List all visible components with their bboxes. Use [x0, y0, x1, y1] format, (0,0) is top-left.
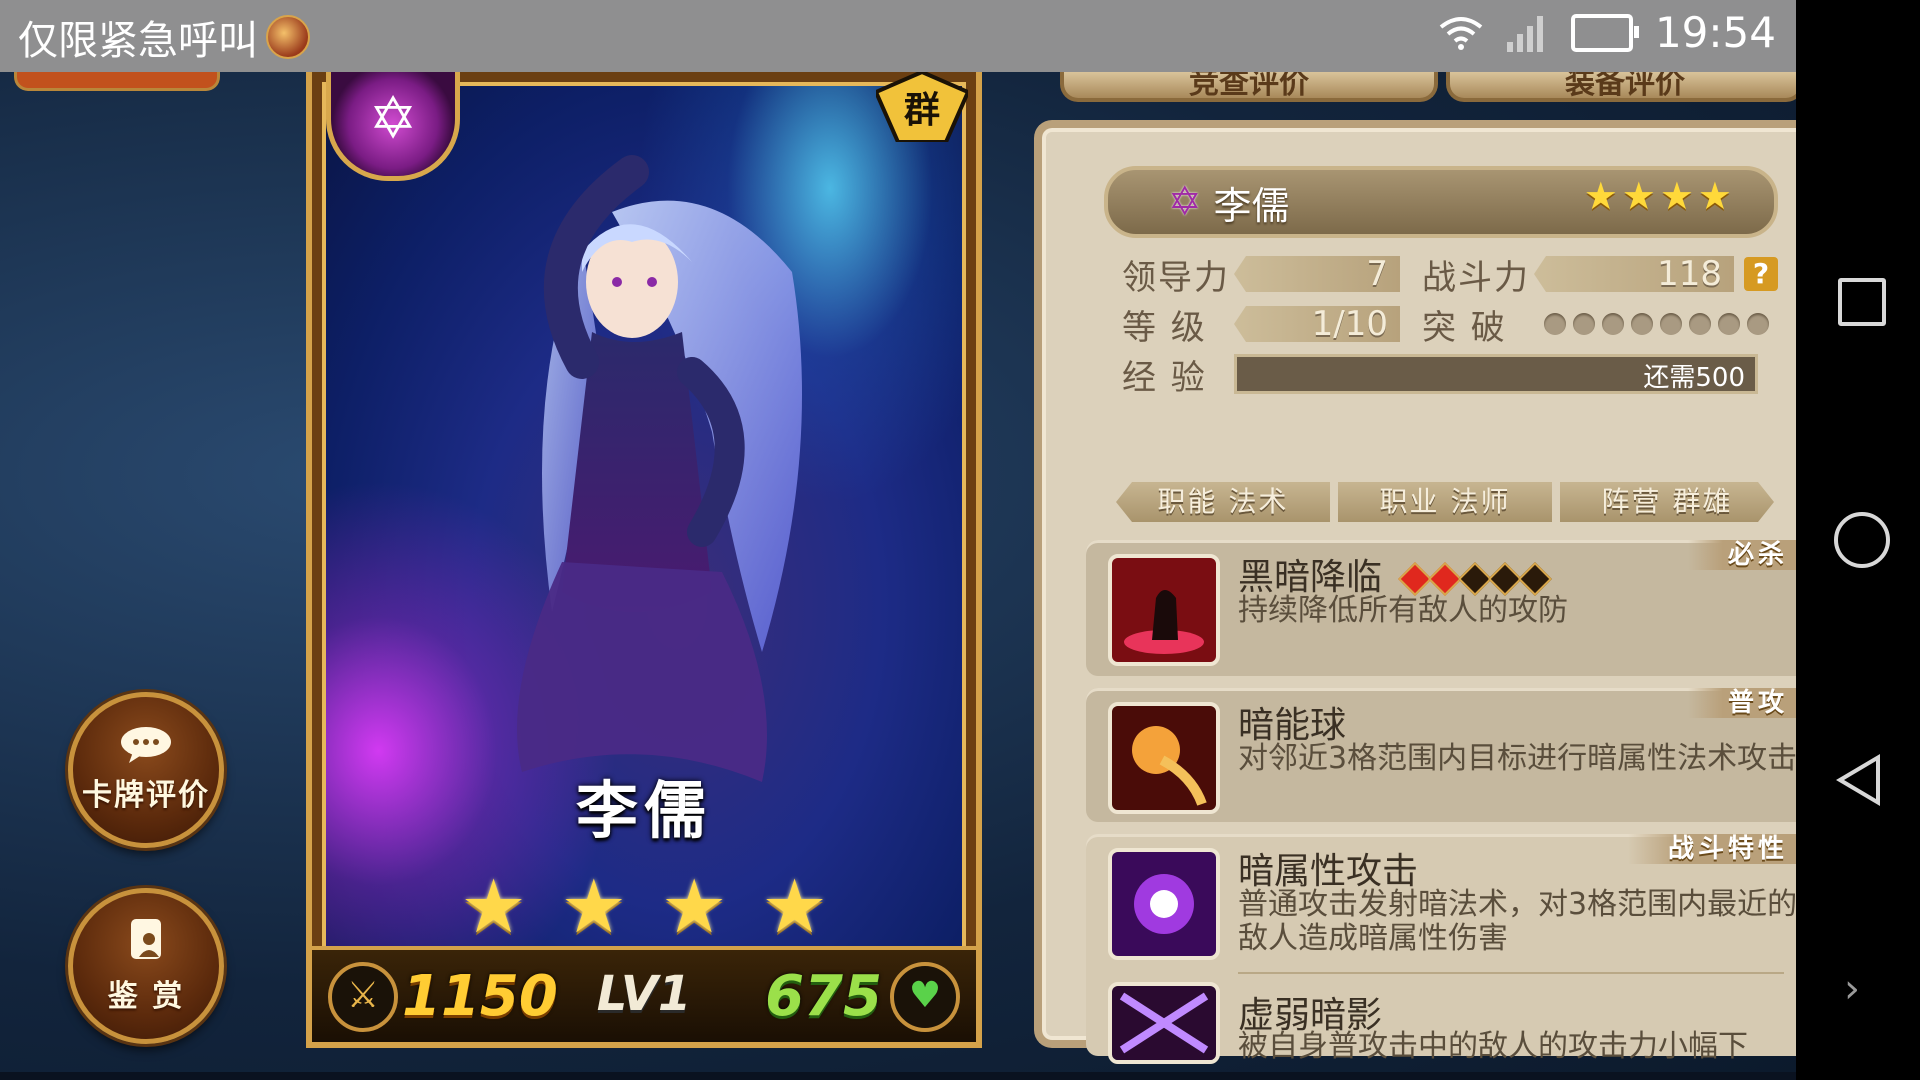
breakthrough-dot — [1602, 313, 1624, 335]
weak-shadow-icon — [1108, 982, 1220, 1064]
status-right: 19:54 — [1439, 8, 1776, 57]
level-value: 1/10 — [1311, 304, 1388, 344]
card-review-label: 卡牌评价 — [82, 778, 210, 813]
skill-ultimate-desc: 持续降低所有敌人的攻防 — [1238, 593, 1568, 628]
skill-type-badge: 必杀 — [1687, 540, 1804, 570]
skill-normal-attack[interactable]: 暗能球 对邻近3格范围内目标进行暗属性法术攻击 普攻 — [1086, 688, 1804, 822]
leadership-label: 领导力 — [1122, 257, 1230, 298]
exp-bar: 还需500 — [1234, 354, 1758, 394]
breakthrough-dot — [1573, 313, 1595, 335]
tag-function: 职能 法术 — [1116, 482, 1330, 522]
leadership-box: 7 — [1234, 256, 1400, 292]
skill-type-badge: 普攻 — [1687, 688, 1804, 718]
recent-apps-button[interactable] — [1838, 278, 1886, 326]
power-label: 战斗力 — [1422, 257, 1530, 298]
tag-faction: 阵营 群雄 — [1560, 482, 1774, 522]
tab-equipment-label: 装备评价 — [1565, 72, 1685, 101]
tab-equipment[interactable]: 装备评价 — [1446, 72, 1804, 102]
skill-level-diamonds — [1398, 562, 1553, 596]
hero-name-plate: ✡ 李儒 ★★★★ — [1104, 166, 1778, 238]
card-hp-value: 675 — [765, 964, 882, 1029]
android-nav-bar: › — [1796, 0, 1920, 1080]
hero-tags: 职能 法术 职业 法师 阵营 群雄 — [1116, 482, 1774, 522]
hexagram-emblem-icon: ✡ — [326, 72, 460, 181]
card-review-button[interactable]: 卡牌评价 — [68, 692, 224, 848]
breakthrough-dots — [1544, 313, 1769, 335]
game-bottom-edge — [0, 1072, 1796, 1080]
skill-ultimate[interactable]: 黑暗降临 持续降低所有敌人的攻防 必杀 — [1086, 540, 1804, 676]
skill-level-diamond — [1518, 562, 1553, 596]
breakthrough-dot — [1718, 313, 1740, 335]
skill-type-badge: 战斗特性 — [1627, 834, 1804, 864]
faction-mark: 群 — [904, 90, 940, 131]
star-icon: ★ — [560, 864, 627, 950]
chat-bubble-icon — [121, 727, 171, 763]
level-label: 等 级 — [1122, 307, 1207, 348]
back-button[interactable] — [1836, 754, 1880, 806]
power-box: 118 — [1534, 256, 1734, 292]
exp-label: 经 验 — [1122, 357, 1207, 398]
app-avatar-icon — [266, 15, 310, 59]
dark-orb-icon — [1108, 702, 1220, 814]
dark-descent-icon — [1108, 554, 1220, 666]
breakthrough-dot — [1660, 313, 1682, 335]
card-stat-bar: ⚔ 1150 LV1 675 ♥ — [312, 946, 976, 1042]
chevron-right-icon[interactable]: › — [1844, 966, 1860, 1012]
exp-row: 经 验 还需500 — [1122, 352, 1758, 398]
star-icon: ★ — [661, 864, 728, 950]
battery-icon — [1570, 13, 1639, 52]
game-screen: 卡牌评价 鉴 赏 ✡ 群 李儒 ★ ★ ★ ★ ⚔ 1150 LV1 675 ♥… — [0, 72, 1804, 1080]
leadership-row: 领导力 7 战斗力 118 ? — [1122, 252, 1778, 298]
info-star-rating: ★★★★ — [1583, 174, 1736, 218]
tag-class: 职业 法师 — [1338, 482, 1552, 522]
exp-remaining: 还需500 — [1643, 363, 1745, 393]
carrier-text: 仅限紧急呼叫 — [18, 18, 258, 64]
tab-review-label: 竞查评价 — [1189, 72, 1309, 101]
skill-divider — [1238, 972, 1784, 974]
card-hero-name: 李儒 — [575, 774, 712, 847]
card-star-rating: ★ ★ ★ ★ — [312, 870, 976, 944]
skill-weak-desc: 被自身普攻击中的敌人的攻击力小幅下降，持续2秒 — [1238, 1030, 1748, 1060]
star-icon: ★ — [460, 864, 527, 950]
skill-ultimate-title: 黑暗降临 — [1238, 557, 1383, 598]
tab-review[interactable]: 竞查评价 — [1060, 72, 1438, 102]
faction-badge-icon: 群 — [876, 72, 968, 142]
skill-trait-desc: 普通攻击发射暗法术，对3格范围内最近的敌人造成暗属性伤害 — [1238, 887, 1798, 956]
breakthrough-dot — [1631, 313, 1653, 335]
hexagram-icon: ✡ — [1168, 179, 1202, 225]
gallery-label: 鉴 赏 — [107, 979, 185, 1014]
clock: 19:54 — [1654, 8, 1776, 57]
help-icon[interactable]: ? — [1744, 257, 1778, 291]
status-bar: 仅限紧急呼叫 19:54 — [0, 0, 1796, 72]
wifi-icon — [1439, 16, 1483, 50]
skill-traits[interactable]: 暗属性攻击 普通攻击发射暗法术，对3格范围内最近的敌人造成暗属性伤害 战斗特性 … — [1086, 834, 1804, 1064]
breakthrough-dot — [1747, 313, 1769, 335]
hero-card[interactable]: ✡ 群 李儒 ★ ★ ★ ★ ⚔ 1150 LV1 675 ♥ — [306, 72, 982, 1048]
star-icon: ★ — [761, 864, 828, 950]
card-portrait-icon — [131, 919, 161, 959]
back-tab[interactable] — [14, 72, 220, 91]
skill-normal-desc: 对邻近3格范围内目标进行暗属性法术攻击 — [1238, 741, 1798, 776]
leadership-value: 7 — [1366, 254, 1388, 294]
breakthrough-label: 突 破 — [1422, 307, 1507, 348]
power-value: 118 — [1657, 254, 1722, 294]
level-box: 1/10 — [1234, 306, 1400, 342]
level-row: 等 级 1/10 突 破 — [1122, 302, 1769, 348]
breakthrough-dot — [1544, 313, 1566, 335]
dark-attack-icon — [1108, 848, 1220, 960]
status-left: 仅限紧急呼叫 — [18, 8, 310, 66]
info-hero-name: 李儒 — [1213, 183, 1290, 228]
signal-icon — [1506, 15, 1543, 52]
hero-info-panel: ✡ 李儒 ★★★★ 领导力 7 战斗力 118 ? 等 级 1/10 突 破 经… — [1034, 120, 1804, 1064]
heart-icon: ♥ — [890, 962, 960, 1032]
gallery-button[interactable]: 鉴 赏 — [68, 888, 224, 1044]
home-button[interactable] — [1834, 512, 1890, 568]
breakthrough-dot — [1689, 313, 1711, 335]
